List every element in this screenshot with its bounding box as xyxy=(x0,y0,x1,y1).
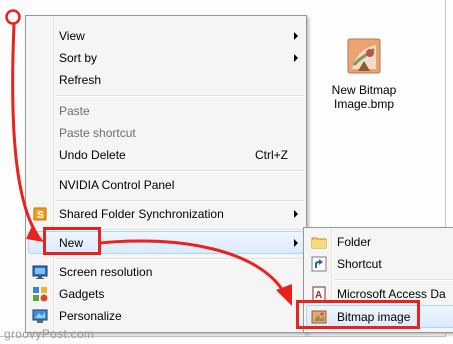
submenu-arrow-icon xyxy=(294,54,298,62)
menu-item-screen-resolution[interactable]: Screen resolution xyxy=(28,261,304,283)
shortcut-icon xyxy=(311,256,327,272)
submenu-item-folder[interactable]: Folder xyxy=(306,231,453,253)
menu-item-undo-delete[interactable]: Undo Delete Ctrl+Z xyxy=(28,144,304,166)
menu-item-label: Sort by xyxy=(59,51,98,65)
gadgets-icon xyxy=(32,286,48,302)
menu-item-view[interactable]: View xyxy=(28,25,304,47)
menu-item-personalize[interactable]: Personalize xyxy=(28,305,304,327)
menu-item-label: Undo Delete xyxy=(59,148,126,162)
menu-separator xyxy=(56,95,304,97)
menu-item-label: Gadgets xyxy=(59,287,105,301)
desktop-context-menu: View Sort by Refresh Paste Paste shortcu… xyxy=(25,15,307,333)
submenu-item-label: Microsoft Access Da xyxy=(337,287,446,301)
menu-item-sort-by[interactable]: Sort by xyxy=(28,47,304,69)
submenu-separator xyxy=(334,279,453,281)
submenu-arrow-icon xyxy=(294,239,298,247)
menu-item-paste-shortcut[interactable]: Paste shortcut xyxy=(28,122,304,144)
menu-item-shortcut: Ctrl+Z xyxy=(255,148,288,162)
submenu-item-label: Folder xyxy=(337,235,372,249)
submenu-item-label: Shortcut xyxy=(337,257,382,271)
menu-item-refresh[interactable]: Refresh xyxy=(28,69,304,91)
menu-separator xyxy=(56,258,304,260)
menu-separator xyxy=(56,170,304,172)
submenu-arrow-icon xyxy=(294,32,298,40)
menu-item-nvidia-control-panel[interactable]: NVIDIA Control Panel xyxy=(28,174,304,196)
file-name-line2: Image.bmp xyxy=(333,97,395,111)
submenu-item-shortcut[interactable]: Shortcut xyxy=(306,253,453,275)
file-name-line1: New Bitmap xyxy=(331,83,397,97)
bitmap-file-icon xyxy=(340,35,388,79)
menu-item-label: NVIDIA Control Panel xyxy=(59,178,175,192)
svg-text:S: S xyxy=(37,210,44,221)
annotation-box-bitmap xyxy=(296,300,420,329)
menu-item-label: View xyxy=(59,29,85,43)
watermark: groovyPost.com xyxy=(4,327,95,341)
menu-separator xyxy=(56,200,304,202)
folder-icon xyxy=(311,234,327,250)
submenu-arrow-icon xyxy=(294,210,298,218)
menu-item-label: Screen resolution xyxy=(59,265,153,279)
annotation-box-new xyxy=(43,227,101,255)
personalize-icon xyxy=(32,308,48,324)
menu-item-label: Personalize xyxy=(59,309,122,323)
menu-item-label: Refresh xyxy=(59,73,102,87)
menu-item-paste[interactable]: Paste xyxy=(28,100,304,122)
monitor-icon xyxy=(32,264,48,280)
menu-item-label: Paste xyxy=(59,104,90,118)
menu-item-shared-folder-sync[interactable]: S Shared Folder Synchronization xyxy=(28,203,304,225)
new-bitmap-file[interactable]: New Bitmap Image.bmp xyxy=(314,35,414,111)
menu-item-label: Paste shortcut xyxy=(59,126,136,140)
menu-item-gadgets[interactable]: Gadgets xyxy=(28,283,304,305)
menu-item-label: Shared Folder Synchronization xyxy=(59,207,224,221)
desktop[interactable]: New Bitmap Image.bmp View Sort by Refres… xyxy=(0,0,453,344)
sync-icon: S xyxy=(32,206,48,222)
